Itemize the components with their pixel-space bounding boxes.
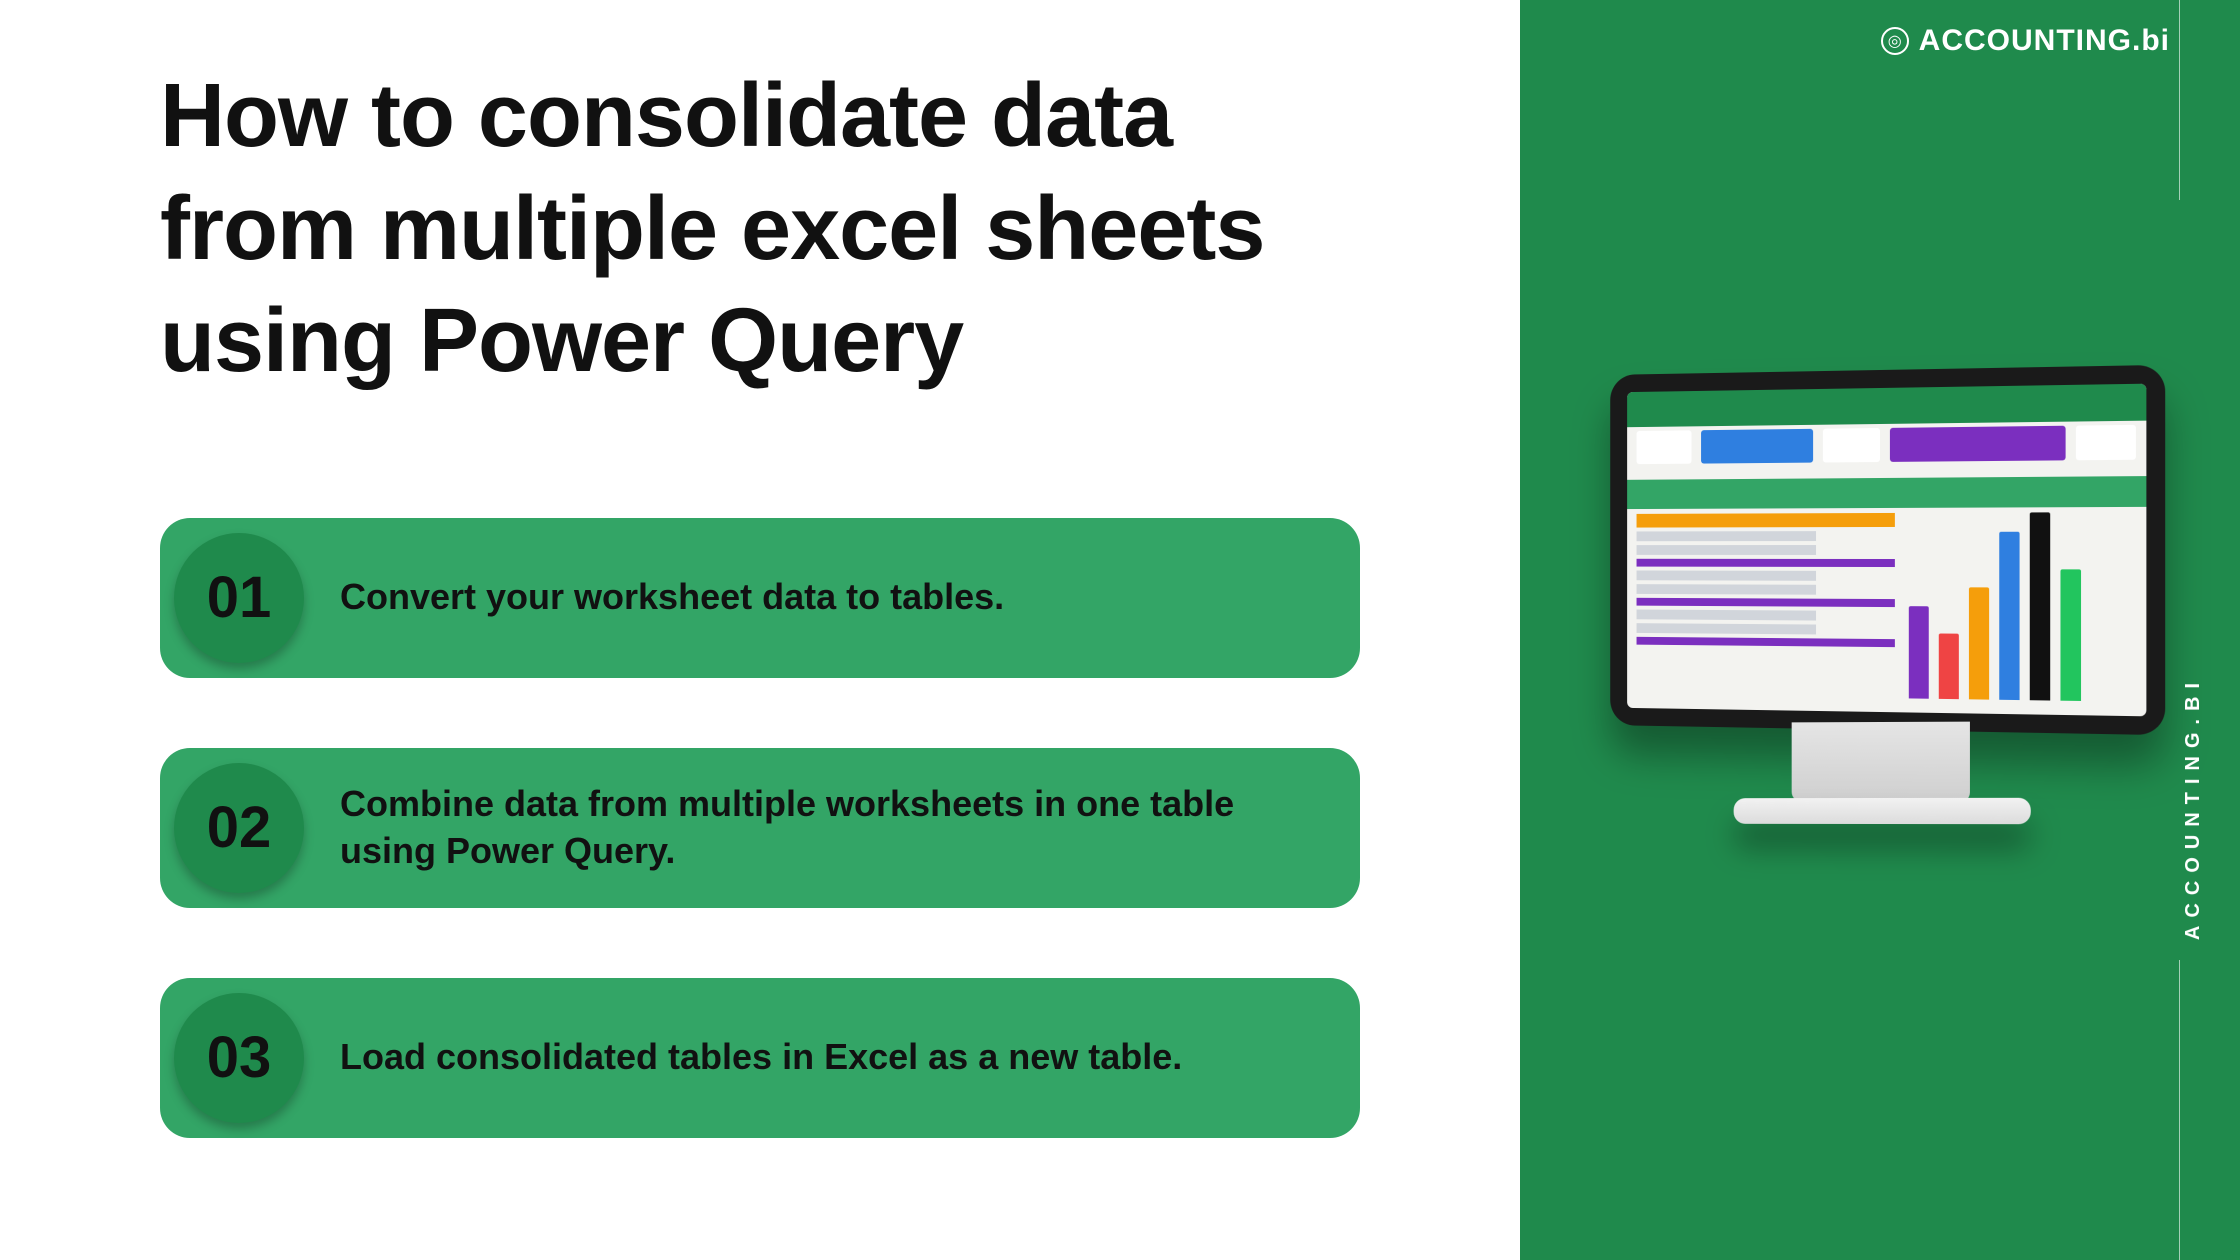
ribbon-segment bbox=[1823, 428, 1880, 463]
page-title: How to consolidate data from multiple ex… bbox=[160, 60, 1360, 398]
chart-bar bbox=[2000, 531, 2020, 700]
table-row bbox=[1637, 570, 1817, 580]
step-1-text: Convert your worksheet data to tables. bbox=[340, 574, 1004, 621]
step-3-number: 03 bbox=[174, 993, 304, 1123]
chart-bar bbox=[1909, 606, 1929, 699]
table-row bbox=[1637, 559, 1896, 567]
ribbon-segment bbox=[2076, 425, 2136, 460]
step-2-number: 02 bbox=[174, 763, 304, 893]
table-row bbox=[1637, 545, 1817, 555]
step-2: 02 Combine data from multiple worksheets… bbox=[160, 748, 1360, 908]
table-row bbox=[1637, 584, 1817, 595]
screen-bar-chart bbox=[1909, 512, 2136, 706]
table-row bbox=[1637, 637, 1896, 647]
monitor-base bbox=[1734, 798, 2031, 824]
ribbon-segment bbox=[1637, 430, 1692, 464]
brand-logo: ◎ ACCOUNTING.bi bbox=[1881, 24, 2170, 58]
ribbon-segment bbox=[1701, 429, 1813, 464]
step-3-text: Load consolidated tables in Excel as a n… bbox=[340, 1034, 1182, 1081]
step-3: 03 Load consolidated tables in Excel as … bbox=[160, 978, 1360, 1138]
screen-titlebar bbox=[1627, 384, 2146, 428]
table-row bbox=[1637, 623, 1817, 634]
brand-logo-text: ACCOUNTING.bi bbox=[1919, 24, 2170, 58]
screen-ribbon bbox=[1637, 425, 2136, 464]
excel-monitor-illustration bbox=[1600, 370, 2160, 824]
monitor-stand bbox=[1792, 722, 1970, 803]
chart-bar bbox=[1969, 587, 1989, 699]
chart-bar bbox=[2061, 569, 2082, 701]
main-content: How to consolidate data from multiple ex… bbox=[160, 60, 1360, 1138]
chart-bar bbox=[2030, 512, 2050, 700]
table-row bbox=[1637, 610, 1817, 621]
monitor-frame bbox=[1610, 365, 2165, 735]
table-row bbox=[1637, 531, 1817, 541]
ribbon-segment bbox=[1890, 426, 2066, 462]
divider-top bbox=[2179, 0, 2180, 200]
step-2-text: Combine data from multiple worksheets in… bbox=[340, 781, 1300, 875]
table-row bbox=[1637, 598, 1896, 607]
side-panel: ◎ ACCOUNTING.bi bbox=[1520, 0, 2240, 1260]
steps-list: 01 Convert your worksheet data to tables… bbox=[160, 518, 1360, 1138]
brand-logo-icon: ◎ bbox=[1881, 27, 1909, 55]
monitor-screen bbox=[1627, 384, 2146, 717]
brand-side-text: ACCOUNTING.BI bbox=[2182, 675, 2205, 940]
screen-body bbox=[1637, 512, 2136, 706]
table-header-row bbox=[1637, 513, 1896, 528]
step-1: 01 Convert your worksheet data to tables… bbox=[160, 518, 1360, 678]
step-1-number: 01 bbox=[174, 533, 304, 663]
screen-header-band bbox=[1627, 476, 2146, 509]
chart-bar bbox=[1939, 634, 1959, 699]
divider-bottom bbox=[2179, 960, 2180, 1260]
screen-table bbox=[1637, 513, 1896, 702]
